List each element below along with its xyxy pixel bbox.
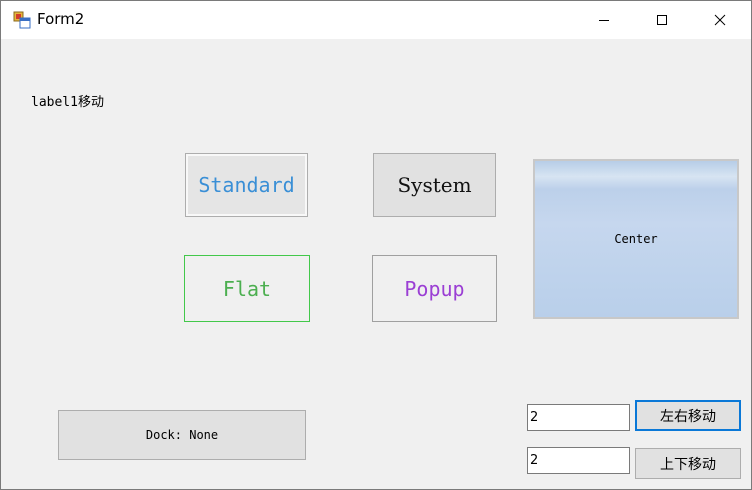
app-icon (13, 11, 31, 29)
flat-button[interactable]: Flat (184, 255, 310, 322)
maximize-button[interactable] (633, 1, 691, 39)
label1: label1移动 (31, 95, 104, 110)
title-bar[interactable]: Form2 (1, 1, 751, 39)
center-button[interactable]: Center (533, 159, 739, 319)
standard-button[interactable]: Standard (185, 153, 308, 217)
horizontal-step-input[interactable] (527, 404, 630, 431)
minimize-button[interactable] (575, 1, 633, 39)
close-button[interactable] (691, 1, 749, 39)
window-title: Form2 (37, 10, 85, 28)
move-horizontal-button[interactable]: 左右移动 (635, 400, 741, 431)
minimize-icon (599, 20, 609, 21)
form-client-area: label1移动 Standard System Flat Popup Cent… (1, 39, 751, 489)
dock-button[interactable]: Dock: None (58, 410, 306, 460)
maximize-icon (657, 15, 667, 25)
move-vertical-button[interactable]: 上下移动 (635, 448, 741, 479)
vertical-step-input[interactable] (527, 447, 630, 474)
system-button[interactable]: System (373, 153, 496, 217)
form2-window: Form2 label1移动 Standard System Flat Popu… (0, 0, 752, 490)
popup-button[interactable]: Popup (372, 255, 497, 322)
close-icon (714, 14, 726, 26)
